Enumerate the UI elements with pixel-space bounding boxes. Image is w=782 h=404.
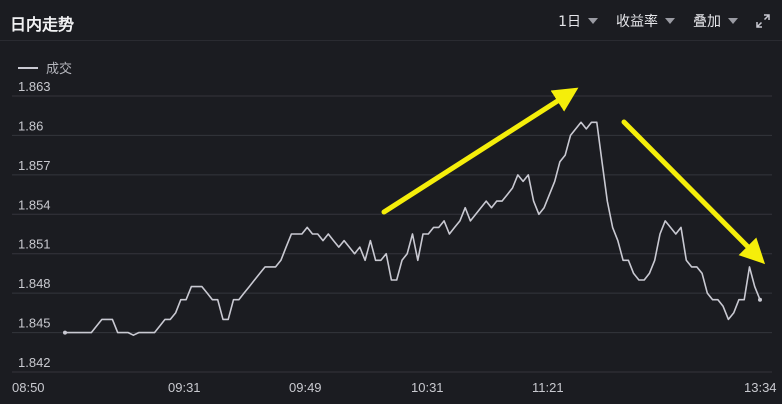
y-tick-label: 1.851 xyxy=(18,237,51,252)
y-tick-label: 1.854 xyxy=(18,197,51,212)
intraday-chart: 1.8631.861.8571.8541.8511.8481.8451.842 … xyxy=(12,79,777,395)
downtrend-arrow xyxy=(621,119,766,265)
series-start-point xyxy=(63,330,67,335)
y-tick-label: 1.845 xyxy=(18,316,51,331)
x-axis: 08:50 09:31 09:49 10:31 11:21 13:34 xyxy=(12,380,777,395)
x-tick-label: 09:49 xyxy=(289,380,322,395)
y-tick-label: 1.857 xyxy=(18,158,51,173)
x-tick-label: 10:31 xyxy=(411,380,444,395)
x-tick-label: 11:21 xyxy=(532,380,564,395)
chart-grid xyxy=(12,95,772,373)
y-tick-label: 1.842 xyxy=(18,355,51,370)
y-tick-label: 1.848 xyxy=(18,276,51,291)
y-tick-label: 1.863 xyxy=(18,79,51,94)
y-tick-label: 1.86 xyxy=(18,118,43,133)
x-tick-label: 08:50 xyxy=(12,380,45,395)
x-tick-label: 13:34 xyxy=(744,380,777,395)
series-end-point xyxy=(758,297,762,302)
uptrend-arrow xyxy=(381,87,579,215)
y-axis: 1.863 1.86 1.857 1.854 1.851 1.848 1.845 1.842 xyxy=(18,79,51,370)
x-tick-label: 09:31 xyxy=(168,380,201,395)
